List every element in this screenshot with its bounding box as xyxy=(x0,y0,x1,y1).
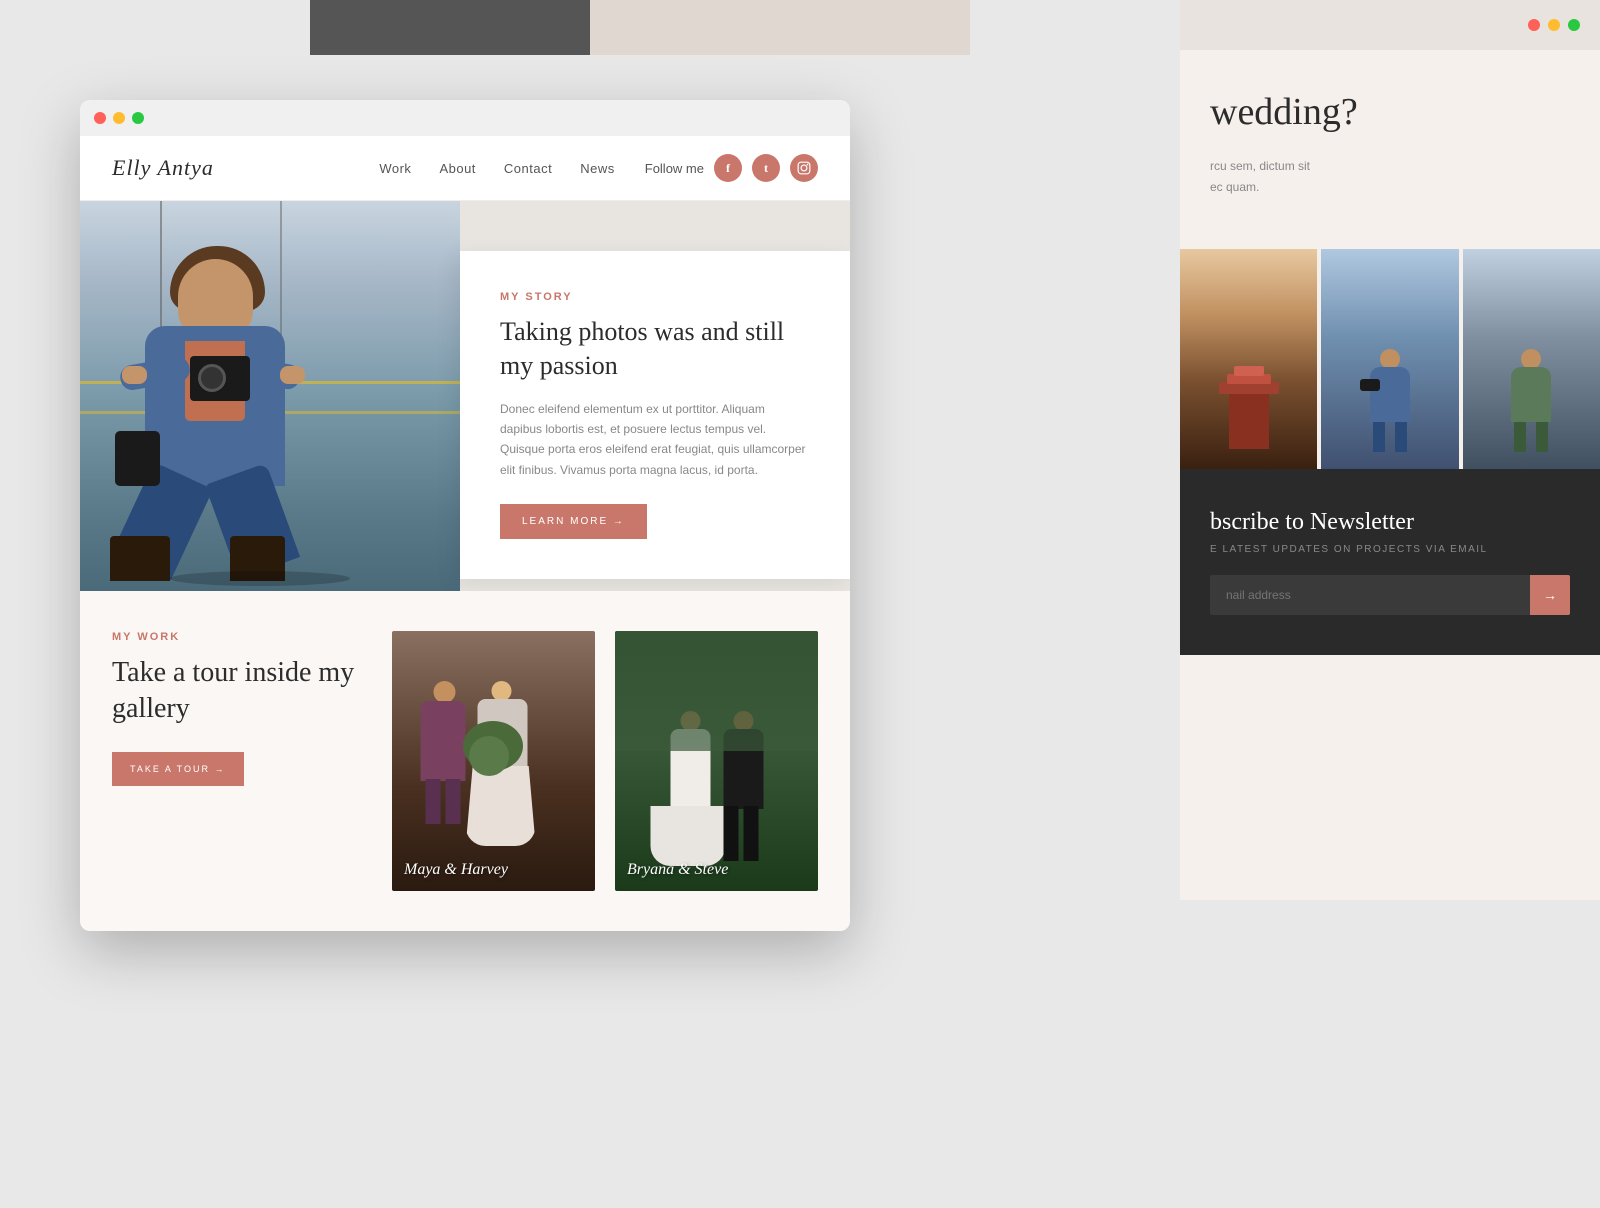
maya-harvey-photo xyxy=(392,631,595,891)
learn-more-button[interactable]: LEARN MORE → xyxy=(500,504,647,539)
email-row: → xyxy=(1210,575,1570,615)
dot-green-2 xyxy=(1568,19,1580,31)
strip-photo-pagoda xyxy=(1180,249,1317,469)
follow-section: Follow me f t xyxy=(645,154,818,182)
photographer-right-hand xyxy=(280,366,305,384)
story-tag: MY STORY xyxy=(500,291,810,303)
gallery-label-bryana: Bryana & Steve xyxy=(627,861,728,879)
photographer-camera xyxy=(190,356,250,401)
email-input[interactable] xyxy=(1210,576,1530,614)
gallery-item-maya[interactable]: Maya & Harvey xyxy=(392,631,595,891)
nav-link-about[interactable]: About xyxy=(439,161,475,176)
browser-toolbar xyxy=(80,100,850,136)
nav-links: Work About Contact News xyxy=(379,161,614,176)
nav-link-work[interactable]: Work xyxy=(379,161,411,176)
strip-photo-person xyxy=(1463,249,1600,469)
minimize-dot[interactable] xyxy=(113,112,125,124)
camera-lens xyxy=(198,364,226,392)
top-partial-light-area xyxy=(590,0,970,55)
dot-yellow-2 xyxy=(1548,19,1560,31)
gallery-label-maya: Maya & Harvey xyxy=(404,861,508,879)
photographer-figure xyxy=(110,211,430,591)
newsletter-subtitle: E LATEST UPDATES ON PROJECTS VIA EMAIL xyxy=(1210,544,1570,555)
twitter-icon[interactable]: t xyxy=(752,154,780,182)
hero-photographer-photo xyxy=(80,201,460,591)
work-tag: MY WORK xyxy=(112,631,372,643)
photographer-bag xyxy=(115,431,160,486)
wedding-text-section: wedding? rcu sem, dictum sit ec quam. xyxy=(1180,50,1600,229)
follow-label: Follow me xyxy=(645,161,704,176)
photo-strip xyxy=(1180,249,1600,469)
photographer-left-hand xyxy=(122,366,147,384)
newsletter-title: bscribe to Newsletter xyxy=(1210,509,1570,536)
photographer-left-boot xyxy=(110,536,170,581)
facebook-icon[interactable]: f xyxy=(714,154,742,182)
wedding-para: rcu sem, dictum sit ec quam. xyxy=(1210,156,1570,199)
nav-link-news[interactable]: News xyxy=(580,161,615,176)
nav-link-contact[interactable]: Contact xyxy=(504,161,552,176)
story-body: Donec eleifend elementum ex ut porttitor… xyxy=(500,399,810,481)
bottom-section: MY WORK Take a tour inside my gallery TA… xyxy=(80,591,850,931)
my-work-text: MY WORK Take a tour inside my gallery TA… xyxy=(112,631,372,891)
hero-section: MY STORY Taking photos was and still my … xyxy=(80,201,850,591)
maximize-dot[interactable] xyxy=(132,112,144,124)
wedding-heading: wedding? xyxy=(1210,90,1570,136)
close-dot[interactable] xyxy=(94,112,106,124)
take-tour-button[interactable]: TAKE A TOUR → xyxy=(112,752,244,786)
top-partial-dark-area xyxy=(310,0,590,55)
newsletter-section: bscribe to Newsletter E LATEST UPDATES O… xyxy=(1180,469,1600,655)
main-browser-window: Elly Antya Work About Contact News Follo… xyxy=(80,100,850,931)
instagram-icon[interactable] xyxy=(790,154,818,182)
story-card: MY STORY Taking photos was and still my … xyxy=(460,251,850,579)
site-nav: Elly Antya Work About Contact News Follo… xyxy=(80,136,850,201)
work-title: Take a tour inside my gallery xyxy=(112,655,372,728)
gallery-item-bryana[interactable]: Bryana & Steve xyxy=(615,631,818,891)
second-window-topbar xyxy=(1180,0,1600,50)
site-logo: Elly Antya xyxy=(112,155,214,181)
strip-photo-woman xyxy=(1321,249,1458,469)
story-title: Taking photos was and still my passion xyxy=(500,315,810,383)
top-partial-strip xyxy=(310,0,970,55)
second-browser-window: wedding? rcu sem, dictum sit ec quam. xyxy=(1180,0,1600,900)
email-submit-button[interactable]: → xyxy=(1530,575,1570,615)
bryana-steve-photo xyxy=(615,631,818,891)
photographer-shadow xyxy=(170,571,350,586)
dot-red-2 xyxy=(1528,19,1540,31)
